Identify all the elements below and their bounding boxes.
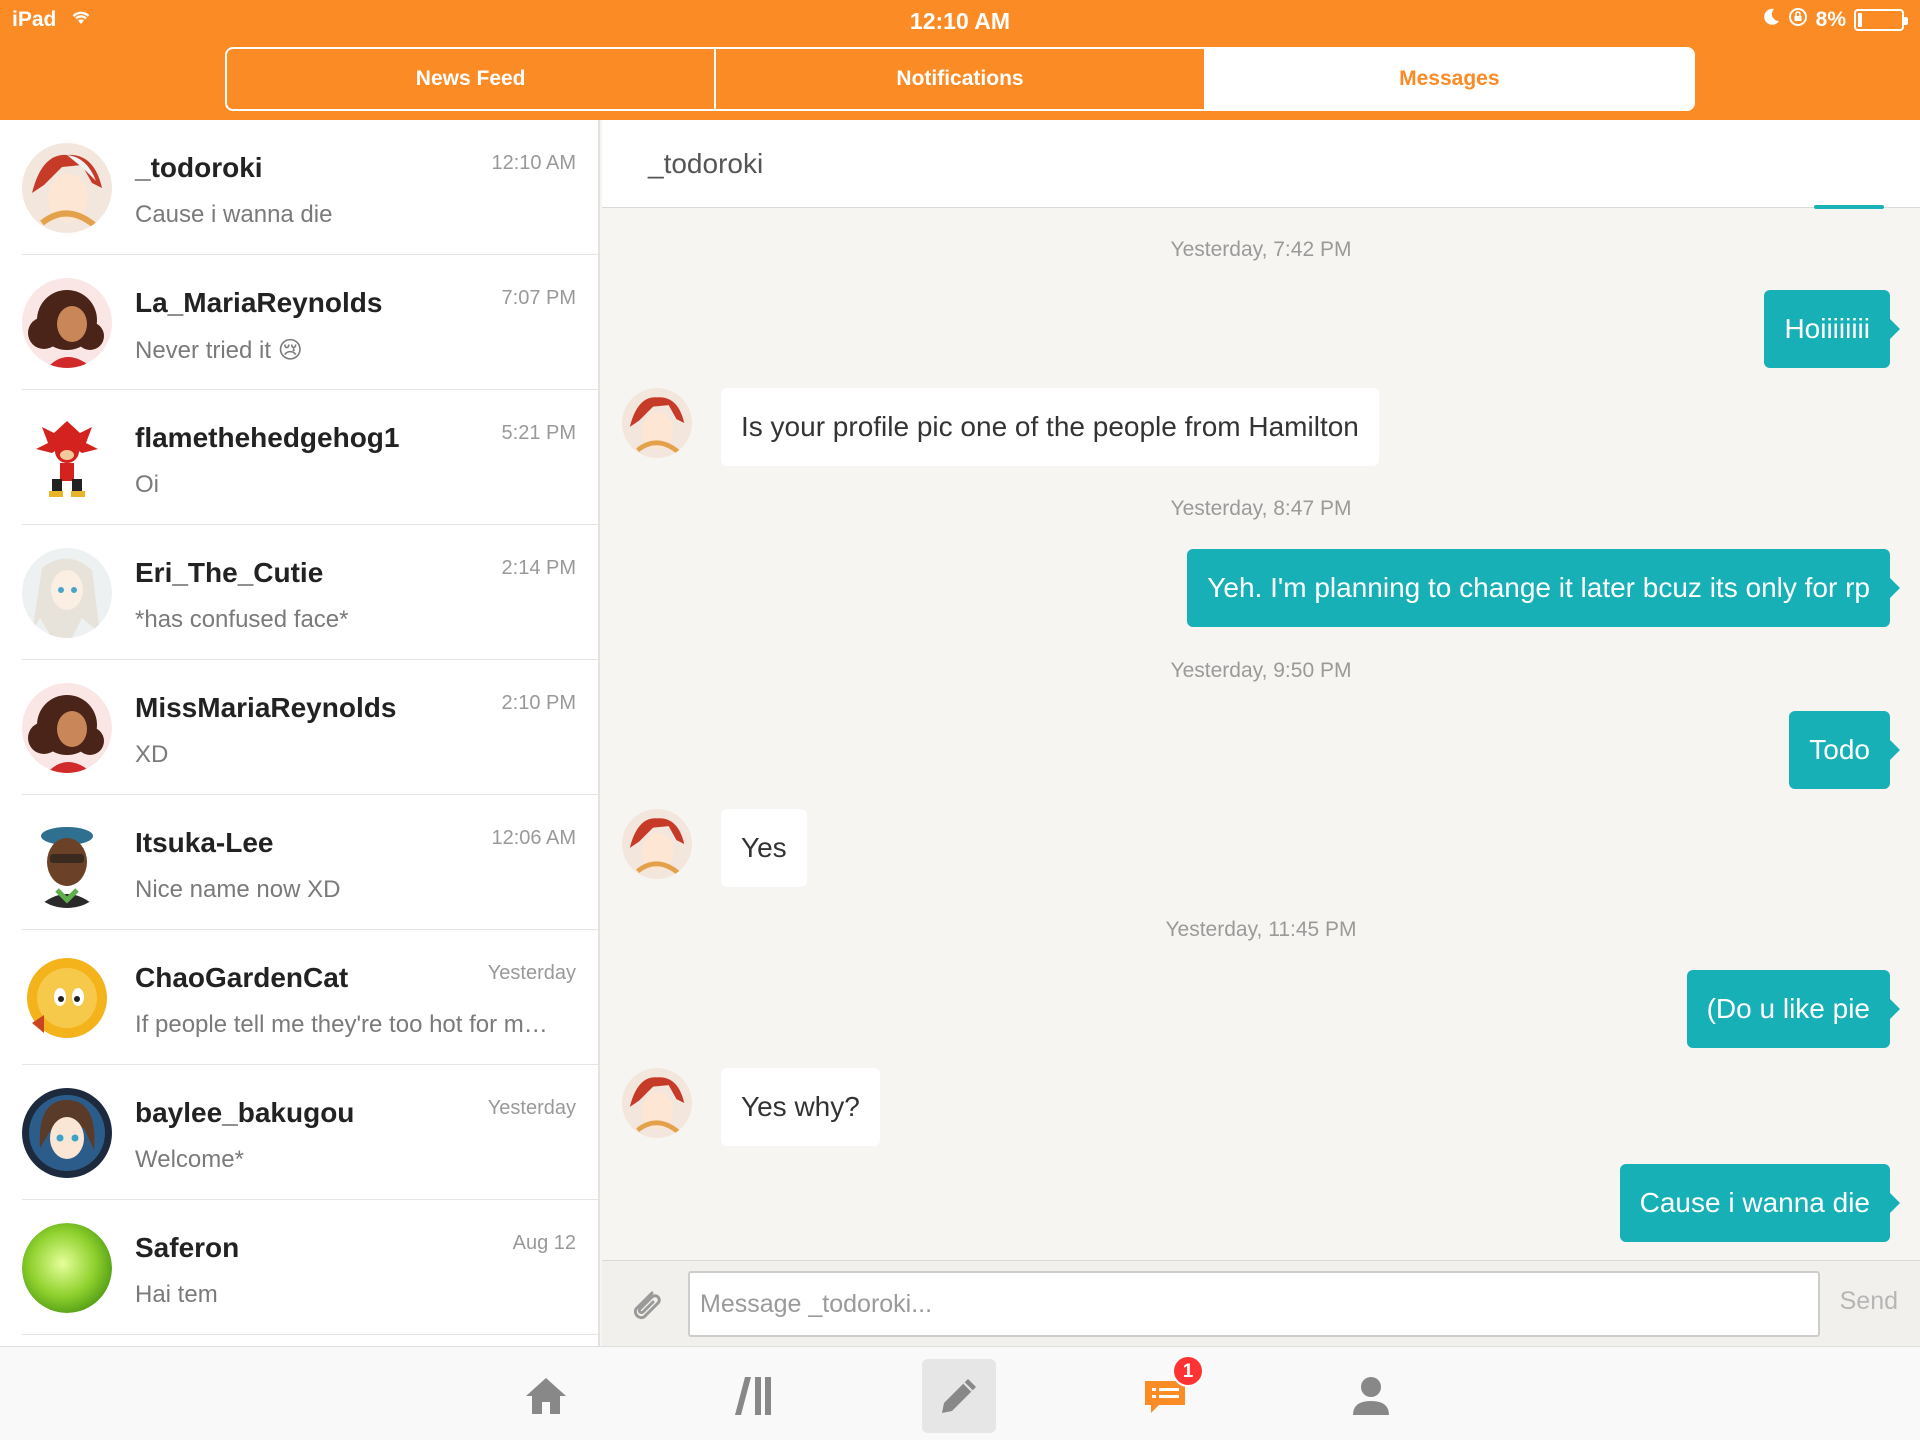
messages-icon[interactable]: 1	[1128, 1355, 1204, 1433]
conversation-preview: Nice name now XD	[135, 876, 341, 903]
conversation-item[interactable]: baylee_bakugou Yesterday Welcome*	[22, 1065, 598, 1200]
conversation-preview: *has confused face*	[135, 606, 349, 633]
conversation-item[interactable]: La_MariaReynolds 7:07 PM Never tried it …	[22, 255, 598, 390]
conversation-name: flamethehedgehog1	[135, 422, 400, 453]
avatar	[22, 953, 112, 1043]
status-clock: 12:10 AM	[909, 8, 1011, 34]
received-message[interactable]: Yes	[721, 809, 807, 887]
conversation-time: 12:06 AM	[491, 827, 576, 849]
status-bar: iPad 12:10 AM 8%	[0, 0, 1920, 38]
conversation-preview: Hai tem	[135, 1281, 218, 1308]
conversation-preview: Cause i wanna die	[135, 201, 333, 228]
tab-messages[interactable]: Messages	[1205, 49, 1693, 109]
sent-message[interactable]: Todo	[1789, 711, 1900, 789]
avatar	[622, 1068, 692, 1138]
conversation-preview: XD	[135, 741, 169, 768]
avatar	[22, 1223, 112, 1313]
conversation-name: ChaoGardenCat	[135, 962, 349, 993]
sent-message[interactable]: Cause i wanna die	[1619, 1164, 1901, 1242]
conversation-name: Eri_The_Cutie	[135, 557, 324, 588]
conversation-time: Yesterday	[487, 1097, 576, 1119]
attachment-icon[interactable]	[624, 1283, 668, 1327]
send-button[interactable]: Send	[1840, 1287, 1898, 1316]
message-input[interactable]	[688, 1271, 1820, 1337]
home-icon[interactable]	[509, 1359, 583, 1433]
conversation-item[interactable]: Saferon Aug 12 Hai tem	[22, 1200, 598, 1335]
timestamp: Yesterday, 11:45 PM	[1165, 918, 1357, 941]
conversation-preview: Oi	[135, 471, 159, 498]
tab-news-feed[interactable]: News Feed	[227, 49, 717, 109]
battery-level	[1858, 13, 1862, 27]
conversation-time: Aug 12	[512, 1232, 576, 1254]
bottom-tab-bar: 1	[0, 1346, 1920, 1440]
conversation-item[interactable]: _todoroki 12:10 AM Cause i wanna die	[22, 120, 598, 255]
sent-message[interactable]: Hoiiiiiiii	[1764, 290, 1900, 368]
avatar	[22, 548, 112, 638]
conversation-name: Itsuka-Lee	[135, 827, 274, 858]
moon-icon	[1762, 8, 1780, 32]
top-tab-switcher: News Feed Notifications Messages	[225, 47, 1695, 111]
chat-panel: _todoroki Yesterday, 7:42 PM Hoiiiiiiii …	[602, 120, 1920, 1346]
conversation-list: _todoroki 12:10 AM Cause i wanna die La_…	[0, 120, 600, 1346]
top-bar: iPad 12:10 AM 8% News Feed Notifications…	[0, 0, 1920, 120]
sent-message[interactable]: (Do u like pie	[1686, 970, 1901, 1048]
conversation-name: La_MariaReynolds	[135, 287, 383, 318]
avatar	[22, 1088, 112, 1178]
conversation-preview: If people tell me they're too hot for m…	[135, 1011, 548, 1038]
message-composer: Send	[602, 1260, 1920, 1346]
conversation-item[interactable]: Eri_The_Cutie 2:14 PM *has confused face…	[22, 525, 598, 660]
received-message[interactable]: Yes why?	[721, 1068, 880, 1146]
timestamp: Yesterday, 9:50 PM	[1170, 659, 1352, 682]
avatar	[22, 413, 112, 503]
avatar	[22, 278, 112, 368]
library-icon[interactable]	[717, 1359, 791, 1433]
avatar	[622, 388, 692, 458]
conversation-time: 7:07 PM	[501, 287, 576, 309]
conversation-preview: Welcome*	[135, 1146, 244, 1173]
conversation-preview: Never tried it 😢	[135, 337, 303, 364]
timestamp: Yesterday, 7:42 PM	[1170, 238, 1352, 261]
conversation-item[interactable]: Itsuka-Lee 12:06 AM Nice name now XD	[22, 795, 598, 930]
conversation-item[interactable]: flamethehedgehog1 5:21 PM Oi	[22, 390, 598, 525]
battery-percent: 8%	[1815, 8, 1846, 31]
profile-icon[interactable]	[1334, 1359, 1408, 1433]
received-message[interactable]: Is your profile pic one of the people fr…	[721, 388, 1379, 466]
chat-title: _todoroki	[648, 148, 764, 179]
conversation-time: 2:10 PM	[501, 692, 576, 714]
avatar	[22, 818, 112, 908]
battery-icon	[1854, 9, 1908, 31]
avatar	[622, 809, 692, 879]
conversation-time: 12:10 AM	[491, 152, 576, 174]
conversation-time: 2:14 PM	[501, 557, 576, 579]
chat-header: _todoroki	[602, 120, 1920, 209]
conversation-item[interactable]: MissMariaReynolds 2:10 PM XD	[22, 660, 598, 795]
notification-badge: 1	[1172, 1355, 1204, 1387]
conversation-name: _todoroki	[135, 152, 263, 183]
compose-icon[interactable]	[922, 1359, 996, 1433]
timestamp: Yesterday, 8:47 PM	[1170, 497, 1352, 520]
rotation-lock-icon	[1788, 7, 1808, 33]
conversation-name: baylee_bakugou	[135, 1097, 355, 1128]
conversation-name: MissMariaReynolds	[135, 692, 397, 723]
conversation-name: Saferon	[135, 1232, 240, 1263]
sent-message[interactable]: Yeh. I'm planning to change it later bcu…	[1187, 549, 1900, 627]
conversation-item[interactable]: ChaoGardenCat Yesterday If people tell m…	[22, 930, 598, 1065]
conversation-time: Yesterday	[487, 962, 576, 984]
avatar	[22, 683, 112, 773]
conversation-time: 5:21 PM	[501, 422, 576, 444]
scroll-indicator	[1814, 205, 1884, 209]
tab-notifications[interactable]: Notifications	[716, 49, 1206, 109]
avatar	[22, 143, 112, 233]
